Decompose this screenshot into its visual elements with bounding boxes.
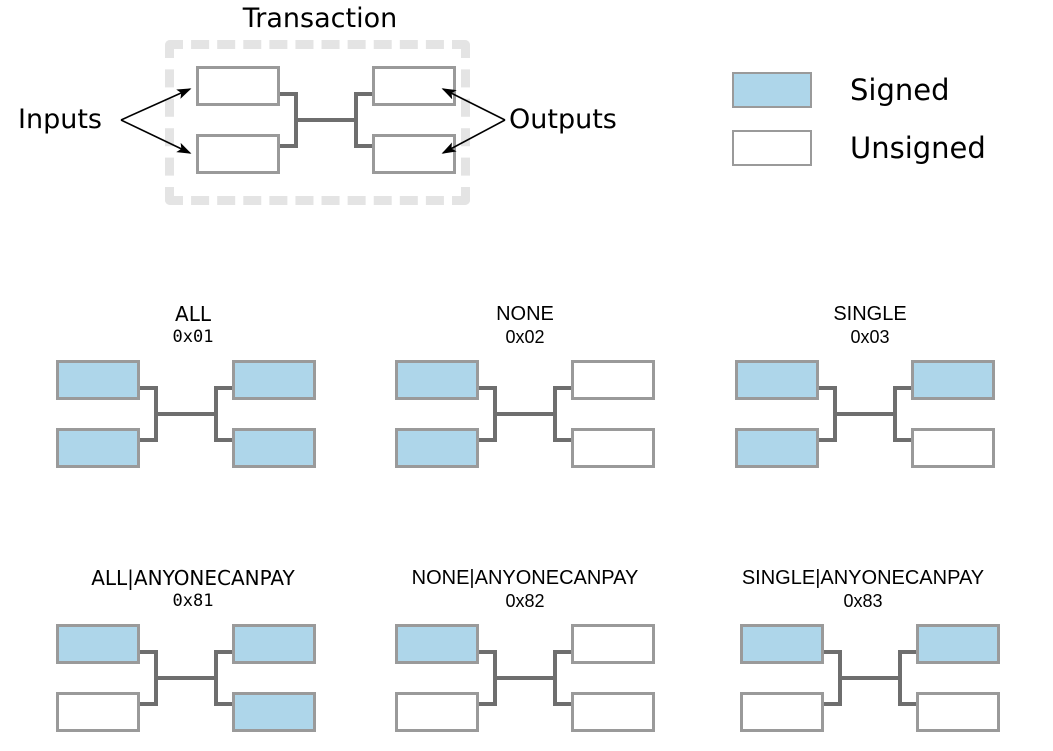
legend-label-unsigned: Unsigned [850,131,986,165]
transaction-output-box-2 [372,134,456,174]
wire-center [838,676,902,680]
sighash-panel-none: NONE 0x02 [355,302,695,487]
input-box-2 [56,692,140,732]
input-box-2 [395,692,479,732]
sighash-panel-all-anyonecanpay: ALL|ANYONECANPAY 0x81 [23,566,363,751]
legend-label-signed: Signed [850,73,950,107]
input-box-2 [740,692,824,732]
output-box-2 [571,692,655,732]
input-box-2 [735,428,819,468]
input-box-1 [56,624,140,664]
input-box-1 [395,624,479,664]
wire-right-bottom [553,702,571,706]
wire-right-vertical [214,386,218,442]
output-box-1 [232,624,316,664]
sighash-title: ALL [175,302,211,326]
sighash-panel-none-anyonecanpay: NONE|ANYONECANPAY 0x82 [355,566,695,751]
output-box-1 [232,360,316,400]
transaction-title: Transaction [242,3,398,34]
output-box-2 [571,428,655,468]
output-box-2 [232,428,316,468]
sighash-panel-single-anyonecanpay: SINGLE|ANYONECANPAY 0x83 [693,566,1033,751]
wire-center [154,412,218,416]
wire-right-vertical [898,650,902,706]
wire-left-bottom [140,702,158,706]
sighash-panel-all: ALL 0x01 [23,302,363,487]
sighash-panel-single: SINGLE 0x03 [700,302,1040,487]
wire-center [294,118,358,122]
sighash-title: NONE|ANYONECANPAY [411,567,639,589]
wire-right-vertical [214,650,218,706]
wire-left-bottom [479,702,497,706]
transaction-diagram [196,66,456,174]
output-box-1 [571,624,655,664]
wire-right-vertical [893,386,897,442]
sighash-title: SINGLE [833,303,907,325]
wire-right-bottom [214,702,232,706]
wire-center [154,676,218,680]
transaction-overview: Transaction Inputs Outputs [0,0,700,230]
transaction-input-box-2 [196,134,280,174]
wire-right-bottom [214,438,232,442]
input-box-1 [740,624,824,664]
wire-right-bottom [893,438,911,442]
wire-left-bottom [824,702,842,706]
transaction-input-box-1 [196,66,280,106]
wire-left-bottom [280,144,298,148]
input-box-2 [56,428,140,468]
wire-center [493,676,557,680]
sighash-diagram [395,360,655,468]
output-box-2 [911,428,995,468]
input-box-1 [395,360,479,400]
wire-right-bottom [898,702,916,706]
wire-right-bottom [354,144,372,148]
wire-center [833,412,897,416]
legend-item-signed: Signed [732,70,950,110]
sighash-diagram [56,360,316,468]
output-box-1 [911,360,995,400]
output-box-2 [232,692,316,732]
outputs-label: Outputs [509,104,617,135]
wire-right-vertical [553,386,557,442]
wire-left-bottom [479,438,497,442]
sighash-code: 0x81 [172,591,214,611]
sighash-diagram [740,624,1000,732]
output-box-1 [571,360,655,400]
wire-left-bottom [819,438,837,442]
wire-right-vertical [354,92,358,148]
legend: Signed Unsigned [732,66,1032,182]
sighash-title: NONE [496,303,554,325]
output-box-2 [916,692,1000,732]
sighash-diagram [395,624,655,732]
input-box-1 [56,360,140,400]
sighash-code: 0x02 [505,327,545,347]
sighash-title: SINGLE|ANYONECANPAY [741,567,985,589]
legend-item-unsigned: Unsigned [732,128,986,168]
transaction-output-box-1 [372,66,456,106]
sighash-title: ALL|ANYONECANPAY [91,566,295,590]
sighash-code: 0x82 [505,591,545,611]
wire-right-vertical [553,650,557,706]
sighash-code: 0x03 [850,327,890,347]
wire-right-bottom [553,438,571,442]
wire-left-bottom [140,438,158,442]
input-box-1 [735,360,819,400]
wire-center [493,412,557,416]
output-box-1 [916,624,1000,664]
sighash-diagram [56,624,316,732]
sighash-code: 0x83 [843,591,883,611]
inputs-label: Inputs [18,104,102,135]
legend-swatch-unsigned [732,130,812,166]
sighash-diagram [735,360,995,468]
sighash-code: 0x01 [172,327,214,347]
legend-swatch-signed [732,72,812,108]
input-box-2 [395,428,479,468]
